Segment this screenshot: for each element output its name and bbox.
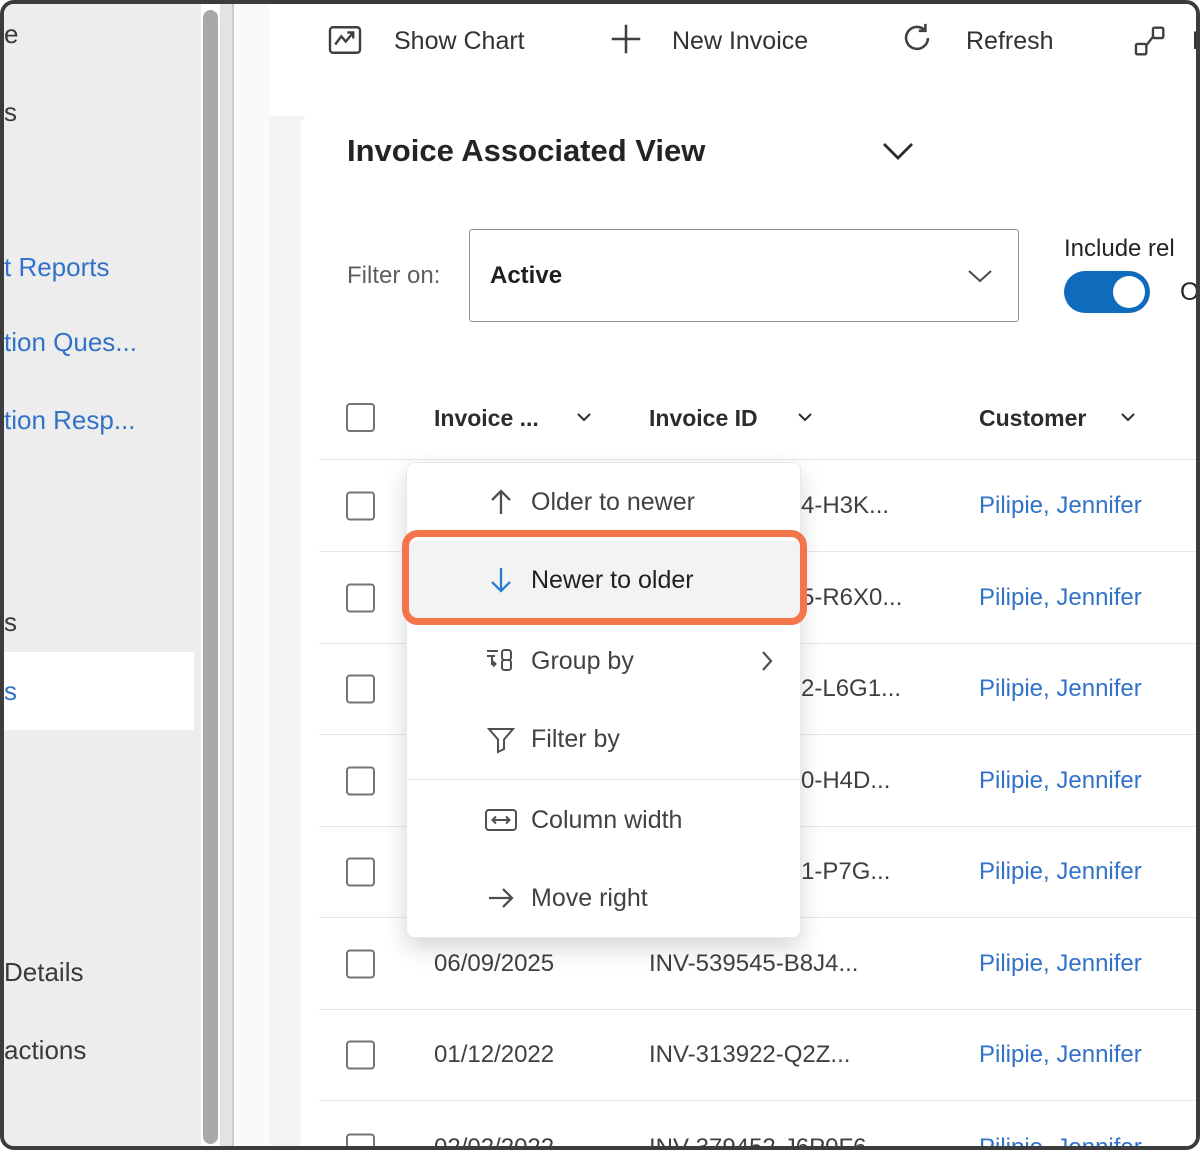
dropdown-chevron-icon	[966, 268, 994, 284]
sidebar-item-selected[interactable]: s	[4, 652, 194, 730]
show-chart-icon	[327, 22, 363, 58]
screenshot-frame: e s t Reports tion Ques... tion Resp... …	[0, 0, 1200, 1150]
move-right-icon	[483, 885, 519, 911]
menu-item-move-right[interactable]: Move right	[407, 859, 800, 937]
arrow-down-icon	[483, 565, 519, 595]
sidebar-item-responses[interactable]: tion Resp...	[4, 400, 194, 440]
column-header-invoice-id-chevron-icon[interactable]	[797, 412, 813, 422]
customer-link[interactable]: Pilipie, Jennifer	[979, 950, 1142, 978]
customer-link[interactable]: Pilipie, Jennifer	[979, 767, 1142, 795]
new-invoice-button[interactable]: New Invoice	[672, 22, 808, 60]
menu-item-label: Newer to older	[531, 566, 694, 595]
refresh-button[interactable]: Refresh	[966, 22, 1054, 60]
invoice-id-cell: INV-539545-B8J4...	[649, 950, 858, 978]
sidebar-item-questions[interactable]: tion Ques...	[4, 322, 194, 362]
invoice-id-cell: 2-L6G1...	[801, 675, 901, 703]
toggle-state-label: O	[1180, 276, 1199, 308]
toolbar-overflow-label[interactable]: F	[1192, 22, 1200, 60]
sidebar-scrollbar-track	[220, 4, 232, 1150]
page-title: Invoice Associated View	[347, 128, 705, 174]
column-header-invoice-date-chevron-icon[interactable]	[576, 412, 592, 422]
sidebar-item-actions[interactable]: actions	[4, 1030, 194, 1070]
customer-link[interactable]: Pilipie, Jennifer	[979, 1041, 1142, 1069]
row-checkbox[interactable]	[346, 858, 375, 887]
invoice-id-cell: 1-P7G...	[801, 858, 890, 886]
invoice-id-cell: INV-379452-J6P0F6	[649, 1134, 866, 1150]
filter-dropdown-value: Active	[490, 230, 562, 321]
customer-link[interactable]: Pilipie, Jennifer	[979, 858, 1142, 886]
show-chart-button[interactable]: Show Chart	[394, 22, 525, 60]
menu-item-group-by[interactable]: Group by	[407, 622, 800, 700]
customer-link[interactable]: Pilipie, Jennifer	[979, 675, 1142, 703]
menu-item-label: Group by	[531, 647, 634, 676]
select-all-checkbox[interactable]	[346, 403, 375, 432]
panel-gap	[234, 4, 269, 1150]
row-checkbox[interactable]	[346, 584, 375, 613]
invoice-date-cell: 06/09/2025	[434, 950, 554, 978]
menu-item-column-width[interactable]: Column width	[407, 781, 800, 859]
submenu-chevron-right-icon	[760, 649, 774, 673]
table-row[interactable]: 01/12/2022 INV-313922-Q2Z... Pilipie, Je…	[319, 1010, 1200, 1101]
arrow-up-icon	[483, 487, 519, 517]
row-checkbox[interactable]	[346, 675, 375, 704]
customer-link[interactable]: Pilipie, Jennifer	[979, 1134, 1142, 1150]
customer-link[interactable]: Pilipie, Jennifer	[979, 492, 1142, 520]
row-checkbox[interactable]	[346, 950, 375, 979]
include-related-toggle[interactable]	[1064, 271, 1150, 313]
menu-item-label: Move right	[531, 884, 648, 913]
table-row[interactable]: 02/02/2022 INV-379452-J6P0F6 Pilipie, Je…	[319, 1102, 1200, 1150]
invoice-date-cell: 01/12/2022	[434, 1041, 554, 1069]
row-checkbox[interactable]	[346, 492, 375, 521]
invoice-id-cell: INV-313922-Q2Z...	[649, 1041, 850, 1069]
column-header-customer-chevron-icon[interactable]	[1120, 412, 1136, 422]
menu-item-label: Column width	[531, 806, 682, 835]
invoice-id-cell: 0-H4D...	[801, 767, 890, 795]
filter-on-label: Filter on:	[347, 258, 440, 294]
sidebar-item-selected-label: s	[4, 676, 17, 707]
toggle-knob	[1113, 276, 1145, 308]
invoice-id-cell: 4-H3K...	[801, 492, 889, 520]
column-header-invoice-date[interactable]: Invoice ...	[434, 402, 539, 434]
customer-link[interactable]: Pilipie, Jennifer	[979, 584, 1142, 612]
view-selector-chevron-icon[interactable]	[880, 140, 916, 162]
invoice-date-cell: 02/02/2022	[434, 1134, 554, 1150]
menu-item-label: Older to newer	[531, 488, 695, 517]
plus-icon	[607, 20, 645, 58]
column-header-customer[interactable]: Customer	[979, 402, 1086, 434]
flow-icon[interactable]	[1132, 24, 1168, 58]
sidebar-item-6[interactable]: s	[4, 602, 194, 642]
invoice-id-cell: 5-R6X0...	[801, 584, 902, 612]
menu-separator	[407, 779, 800, 780]
column-sort-context-menu: Older to newer Newer to older	[406, 462, 801, 938]
header-divider	[319, 459, 1200, 460]
menu-item-newer-to-older[interactable]: Newer to older	[407, 541, 800, 619]
sidebar-item-1[interactable]: e	[4, 14, 194, 54]
sidebar-scrollbar-thumb[interactable]	[203, 10, 218, 1144]
group-by-icon	[483, 646, 519, 676]
sidebar-item-2[interactable]: s	[4, 92, 194, 132]
menu-item-label: Filter by	[531, 725, 620, 754]
menu-separator	[407, 620, 800, 621]
include-related-label: Include rel	[1064, 232, 1200, 266]
filter-icon	[483, 724, 519, 754]
refresh-icon	[899, 20, 935, 56]
row-checkbox[interactable]	[346, 767, 375, 796]
column-width-icon	[483, 807, 519, 833]
menu-item-filter-by[interactable]: Filter by	[407, 700, 800, 778]
row-checkbox[interactable]	[346, 1041, 375, 1070]
sidebar-item-reports[interactable]: t Reports	[4, 247, 194, 287]
column-header-invoice-id[interactable]: Invoice ID	[649, 402, 758, 434]
sidebar-item-details[interactable]: Details	[4, 952, 194, 992]
filter-dropdown[interactable]: Active	[469, 229, 1019, 322]
row-checkbox[interactable]	[346, 1133, 375, 1150]
menu-item-older-to-newer[interactable]: Older to newer	[407, 463, 800, 541]
